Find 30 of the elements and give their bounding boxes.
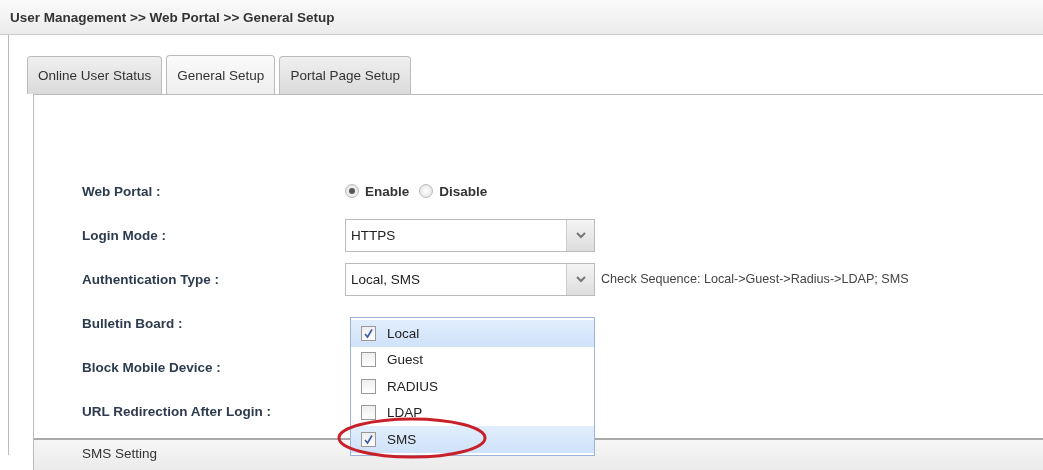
- dropdown-option[interactable]: SMS: [351, 426, 594, 453]
- chevron-down-icon: [575, 275, 586, 283]
- field-label: URL Redirection After Login :: [82, 403, 272, 419]
- checkbox[interactable]: [361, 378, 376, 394]
- chevron-down-icon: [575, 231, 586, 239]
- checkbox[interactable]: [361, 352, 376, 368]
- select-field[interactable]: HTTPS: [345, 218, 595, 252]
- section-title: SMS Setting: [82, 446, 158, 461]
- field-label: Block Mobile Device :: [82, 359, 222, 375]
- checkbox[interactable]: [361, 431, 376, 447]
- field-label: Bulletin Board :: [82, 315, 184, 331]
- select-field[interactable]: Local, SMS: [345, 262, 595, 296]
- tab[interactable]: General Setup: [166, 55, 276, 95]
- tab[interactable]: Portal Page Setup: [279, 56, 411, 94]
- checkbox[interactable]: [361, 325, 376, 341]
- field-label: Login Mode :: [82, 227, 167, 243]
- field-label: Authentication Type :: [82, 271, 220, 287]
- hint-text: Check Sequence: Local->Guest->Radius->LDAP; SMS: [601, 272, 909, 286]
- dropdown-option[interactable]: Guest: [351, 346, 594, 373]
- radio-button[interactable]: [419, 184, 434, 198]
- dropdown-option[interactable]: Local: [351, 320, 594, 347]
- radio-option[interactable]: Enable: [345, 183, 410, 199]
- breadcrumb: User Management >> Web Portal >> General Setup: [0, 0, 1043, 35]
- checkbox[interactable]: [361, 405, 376, 421]
- tab[interactable]: Online User Status: [27, 56, 163, 94]
- radio-button[interactable]: [345, 184, 359, 198]
- field-label: Web Portal :: [82, 183, 162, 199]
- radio-option[interactable]: Disable: [419, 183, 488, 199]
- dropdown-option[interactable]: LDAP: [351, 399, 594, 426]
- dropdown-option[interactable]: RADIUS: [351, 373, 594, 400]
